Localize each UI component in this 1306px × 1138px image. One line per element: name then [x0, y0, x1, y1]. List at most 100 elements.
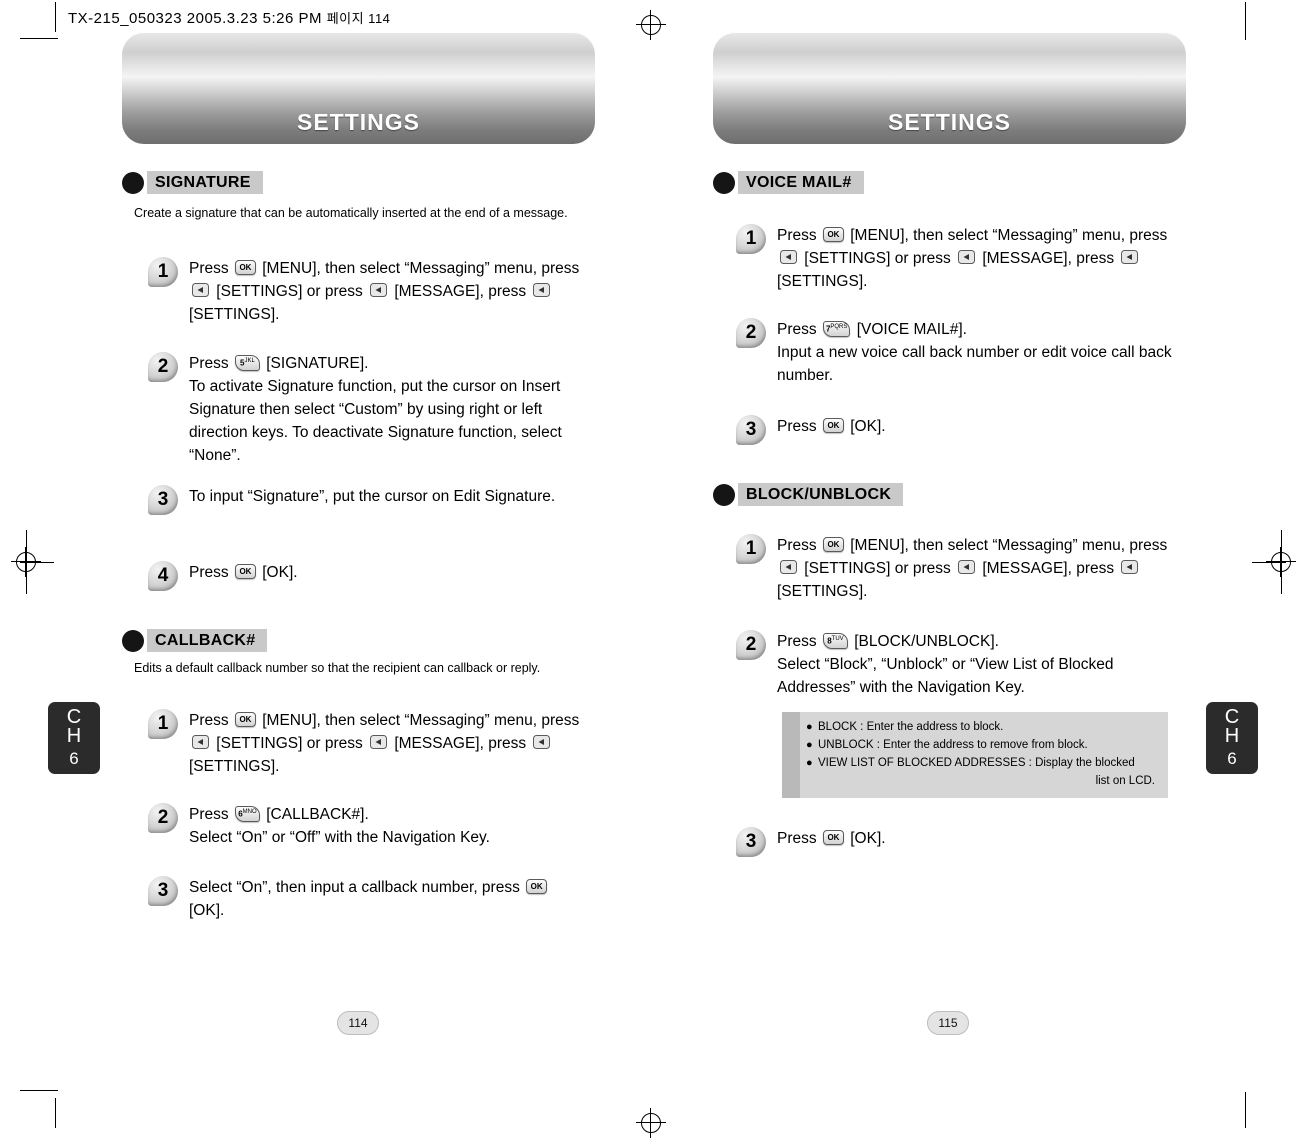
step-text: Press OK [OK]. [189, 564, 298, 581]
left-arrow-key-icon [533, 282, 551, 297]
num-key-7-icon: 7PQRS [822, 321, 851, 337]
note-text: VIEW LIST OF BLOCKED ADDRESSES : Display… [816, 754, 1161, 790]
section-heading-signature: SIGNATURE [122, 171, 269, 194]
ok-key-icon: OK [822, 537, 844, 553]
left-arrow-key-icon [192, 282, 209, 297]
step-item: 1 Press OK [MENU], then select “Messagin… [736, 534, 1176, 603]
crop-mark-tl-h [20, 38, 58, 39]
note-text-line1: VIEW LIST OF BLOCKED ADDRESSES : Display… [818, 757, 1135, 769]
page-title-right: SETTINGS [887, 109, 1011, 135]
section-label: SIGNATURE [147, 171, 269, 194]
step-number-badge: 3 [736, 415, 768, 446]
note-text: BLOCK : Enter the address to block. [818, 721, 1004, 733]
step-text: Press OK [OK]. [777, 830, 886, 847]
step-text: Press OK [MENU], then select “Messaging”… [189, 260, 580, 323]
chapter-tab-right: C H 6 [1206, 702, 1258, 774]
step-text: Press OK [MENU], then select “Messaging”… [777, 537, 1168, 600]
step-text: To input “Signature”, put the cursor on … [189, 488, 556, 505]
registration-mark-left [11, 547, 41, 577]
page-number-text: 115 [938, 1016, 958, 1030]
left-arrow-key-icon [958, 559, 976, 574]
step-number-badge: 2 [148, 352, 180, 383]
bullet-icon [122, 629, 144, 652]
bullet-icon [713, 483, 735, 506]
chapter-tab-left: C H 6 [48, 702, 100, 774]
step-item: 2 Press 7PQRS [VOICE MAIL#]. Input a new… [736, 318, 1176, 387]
num-key-6-icon: 6MNO [234, 806, 260, 822]
num-key-8-icon: 8TUV [822, 633, 848, 649]
note-row: ● VIEW LIST OF BLOCKED ADDRESSES : Displ… [782, 754, 1168, 790]
section-heading-voice-mail: VOICE MAIL# [713, 171, 870, 194]
crop-mark-tr-v [1245, 2, 1246, 40]
page-number-right: 115 [927, 1011, 969, 1035]
chapter-number: 6 [69, 749, 79, 768]
step-item: 1 Press OK [MENU], then select “Messagin… [148, 709, 588, 778]
note-bullet-icon: ● [806, 721, 813, 733]
step-item: 2 Press 8TUV [BLOCK/UNBLOCK]. Select “Bl… [736, 630, 1186, 699]
step-item: 3 To input “Signature”, put the cursor o… [148, 485, 578, 516]
step-item: 1 Press OK [MENU], then select “Messagin… [736, 224, 1176, 293]
note-row: ● UNBLOCK : Enter the address to remove … [782, 736, 1168, 754]
print-header-code-kr: 페이지 114 [326, 11, 391, 26]
note-text: UNBLOCK : Enter the address to remove fr… [818, 739, 1088, 751]
num-key-5-icon: 5JKL [234, 355, 260, 371]
ok-key-icon: OK [234, 712, 256, 728]
step-item: 2 Press 5JKL [SIGNATURE]. To activate Si… [148, 352, 588, 467]
step-number-badge: 1 [148, 257, 180, 288]
section-heading-block-unblock: BLOCK/UNBLOCK [713, 483, 910, 506]
ok-key-icon: OK [822, 830, 844, 846]
ok-key-icon: OK [234, 260, 256, 276]
registration-mark-right [1266, 547, 1296, 577]
left-arrow-key-icon [1121, 559, 1139, 574]
note-bullet-icon: ● [806, 739, 813, 751]
left-arrow-key-icon [192, 734, 209, 749]
step-number-badge: 4 [148, 561, 180, 592]
crop-mark-br-v [1245, 1092, 1246, 1128]
section-label: VOICE MAIL# [738, 171, 870, 194]
step-item: 3 Select “On”, then input a callback num… [148, 876, 588, 922]
note-text-line2: list on LCD. [1095, 775, 1155, 787]
section-description-callback: Edits a default callback number so that … [134, 661, 541, 675]
step-text: Select “On”, then input a callback numbe… [189, 876, 588, 922]
note-bullet-icon: ● [806, 757, 813, 769]
section-heading-callback: CALLBACK# [122, 629, 274, 652]
step-number-badge: 3 [148, 485, 180, 516]
ok-key-icon: OK [822, 418, 844, 434]
left-arrow-key-icon [780, 249, 797, 264]
step-text: Press 5JKL [SIGNATURE]. To activate Sign… [189, 355, 562, 464]
step-text: Press 6MNO [CALLBACK#]. Select “On” or “… [189, 806, 490, 846]
step-text: Press 7PQRS [VOICE MAIL#]. Input a new v… [777, 321, 1172, 384]
section-label: BLOCK/UNBLOCK [738, 483, 910, 506]
left-arrow-key-icon [370, 734, 388, 749]
ok-key-icon: OK [526, 879, 548, 895]
step-number-badge: 2 [736, 318, 768, 349]
section-description-signature: Create a signature that can be automatic… [134, 206, 568, 220]
print-header-code: TX-215_050323 2005.3.23 5:26 PM 페이지 114 [68, 8, 390, 27]
step-text: Press OK [MENU], then select “Messaging”… [777, 227, 1168, 290]
page-title-left: SETTINGS [296, 109, 420, 135]
chapter-letter-h: H [1224, 725, 1240, 747]
step-item: 3 Press OK [OK]. [736, 827, 1176, 858]
chapter-number: 6 [1227, 749, 1237, 768]
section-label: CALLBACK# [147, 629, 274, 652]
step-text: Press OK [OK]. [777, 418, 886, 435]
left-arrow-key-icon [533, 734, 551, 749]
bullet-icon [122, 171, 144, 194]
left-arrow-key-icon [370, 282, 388, 297]
step-text: Press 8TUV [BLOCK/UNBLOCK]. Select “Bloc… [777, 633, 1114, 696]
step-number-badge: 2 [148, 803, 180, 834]
note-box-block-unblock: ● BLOCK : Enter the address to block. ● … [782, 712, 1168, 798]
step-number-badge: 3 [736, 827, 768, 858]
crop-mark-bl-h [20, 1090, 58, 1091]
crop-mark-bl-v [55, 1098, 56, 1128]
page-banner-right: SETTINGS [713, 32, 1186, 144]
step-item: 4 Press OK [OK]. [148, 561, 578, 592]
note-box-side-bar [782, 712, 800, 798]
ok-key-icon: OK [234, 564, 256, 580]
left-arrow-key-icon [958, 249, 976, 264]
step-number-badge: 1 [736, 534, 768, 565]
registration-mark-bottom [636, 1108, 666, 1138]
left-arrow-key-icon [1121, 249, 1139, 264]
step-number-badge: 1 [736, 224, 768, 255]
note-row: ● BLOCK : Enter the address to block. [782, 718, 1168, 736]
